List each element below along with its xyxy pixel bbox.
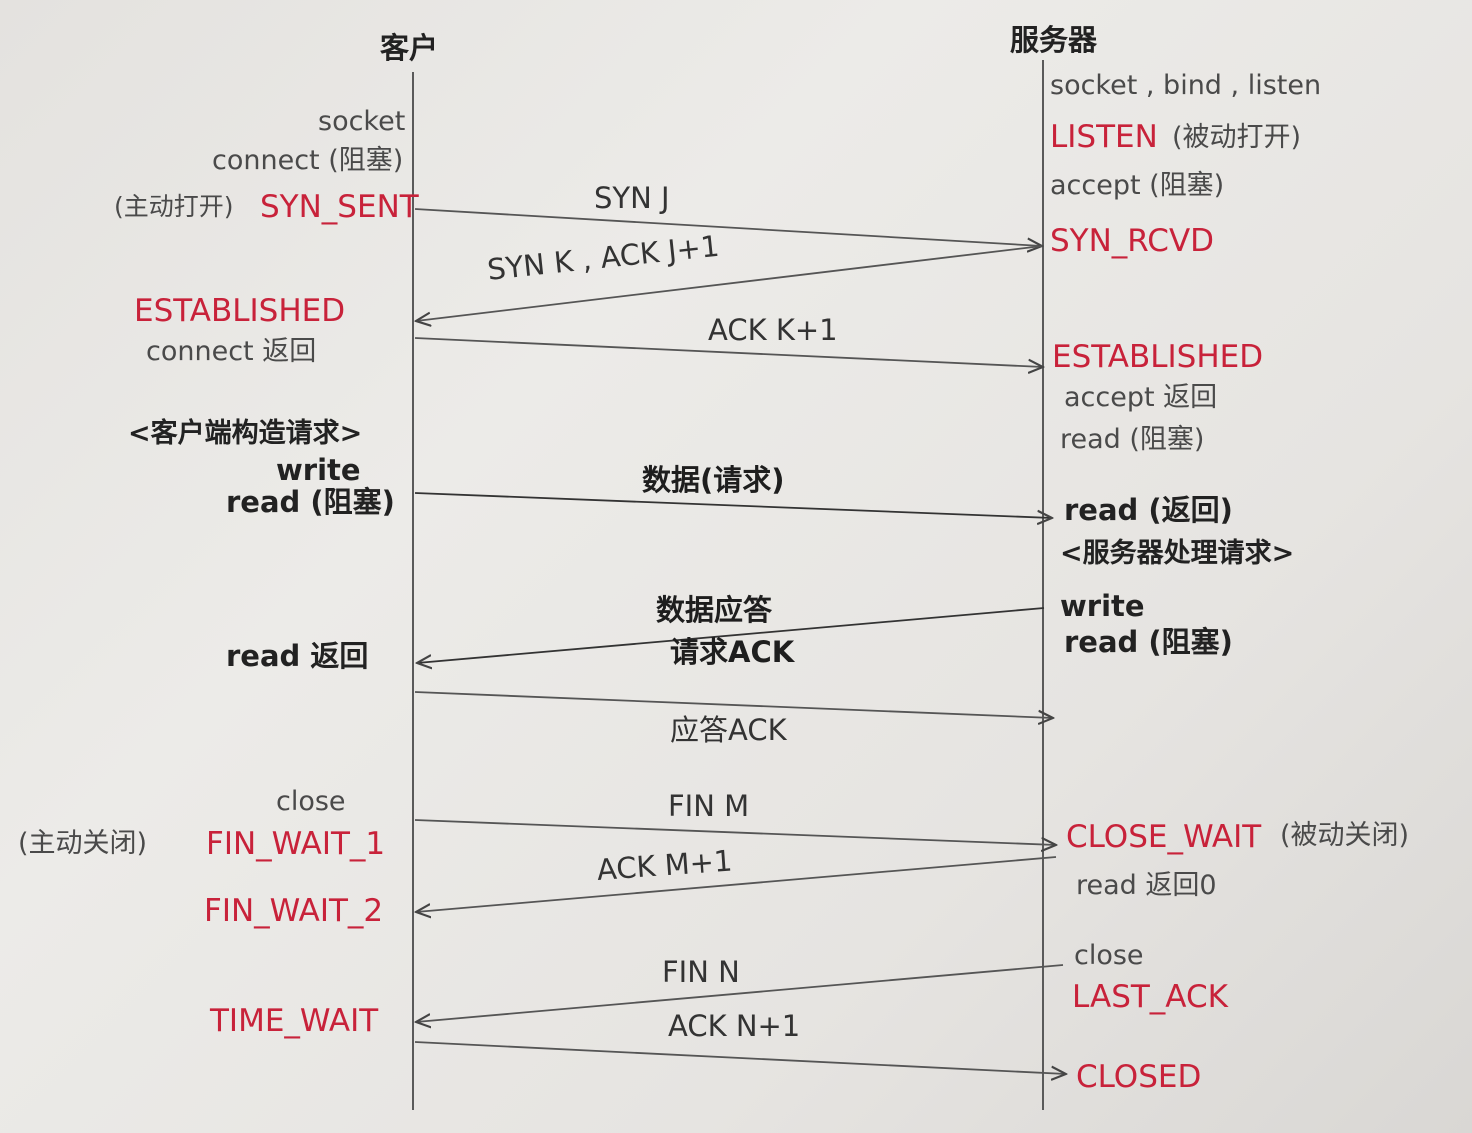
server-state-listen: LISTEN bbox=[1050, 119, 1158, 155]
arrow-ack-m bbox=[416, 856, 1057, 912]
client-connect-return: connect 返回 bbox=[146, 336, 317, 367]
msg-syn-j: SYN J bbox=[594, 181, 670, 215]
client-write: write bbox=[276, 453, 361, 487]
server-process-request: <服务器处理请求> bbox=[1060, 538, 1295, 569]
client-state-established: ESTABLISHED bbox=[134, 293, 346, 329]
arrow-fin-m bbox=[414, 819, 1056, 845]
server-read-return: read (返回) bbox=[1064, 493, 1233, 527]
client-connect-block: connect (阻塞) bbox=[212, 145, 404, 176]
client-read-block: read (阻塞) bbox=[226, 485, 395, 519]
msg-reply-ack: 应答ACK bbox=[670, 713, 787, 747]
client-state-fin-wait-2: FIN_WAIT_2 bbox=[204, 893, 384, 929]
server-read-block-2: read (阻塞) bbox=[1064, 625, 1233, 659]
client-header: 客户 bbox=[380, 31, 439, 65]
client-close: close bbox=[276, 786, 346, 817]
server-passive-close: (被动关闭) bbox=[1280, 820, 1410, 851]
server-passive-open: (被动打开) bbox=[1172, 122, 1302, 153]
msg-data-request: 数据(请求) bbox=[642, 463, 785, 497]
arrow-ack-n bbox=[414, 1041, 1066, 1074]
msg-ack-k: ACK K+1 bbox=[708, 313, 838, 347]
client-socket: socket bbox=[318, 106, 406, 137]
server-header: 服务器 bbox=[1010, 23, 1098, 57]
server-state-close-wait: CLOSE_WAIT bbox=[1066, 819, 1262, 855]
server-read-block-1: read (阻塞) bbox=[1060, 424, 1205, 455]
msg-request-ack: 请求ACK bbox=[670, 635, 795, 669]
msg-data-reply: 数据应答 bbox=[656, 593, 773, 627]
server-socket-bind-listen: socket , bind , listen bbox=[1050, 70, 1322, 101]
client-state-time-wait: TIME_WAIT bbox=[210, 1003, 379, 1039]
server-state-syn-rcvd: SYN_RCVD bbox=[1050, 223, 1215, 259]
client-state-syn-sent: SYN_SENT bbox=[260, 189, 419, 225]
server-write: write bbox=[1060, 589, 1145, 623]
server-accept-block: accept (阻塞) bbox=[1050, 170, 1225, 201]
server-close: close bbox=[1074, 940, 1144, 971]
server-state-last-ack: LAST_ACK bbox=[1072, 979, 1228, 1015]
msg-fin-m: FIN M bbox=[668, 789, 750, 823]
client-active-open: (主动打开) bbox=[114, 192, 234, 221]
arrow-syn-j bbox=[414, 208, 1042, 246]
client-state-fin-wait-1: FIN_WAIT_1 bbox=[206, 826, 386, 862]
msg-fin-n: FIN N bbox=[662, 955, 740, 989]
client-construct-request: <客户端构造请求> bbox=[128, 418, 363, 449]
server-accept-return: accept 返回 bbox=[1064, 382, 1218, 413]
msg-ack-n: ACK N+1 bbox=[668, 1009, 801, 1043]
client-active-close: (主动关闭) bbox=[18, 828, 148, 859]
server-read-return-0: read 返回0 bbox=[1076, 870, 1217, 901]
server-state-closed: CLOSED bbox=[1076, 1059, 1202, 1095]
server-state-established: ESTABLISHED bbox=[1052, 339, 1264, 375]
client-read-return: read 返回 bbox=[226, 639, 369, 673]
